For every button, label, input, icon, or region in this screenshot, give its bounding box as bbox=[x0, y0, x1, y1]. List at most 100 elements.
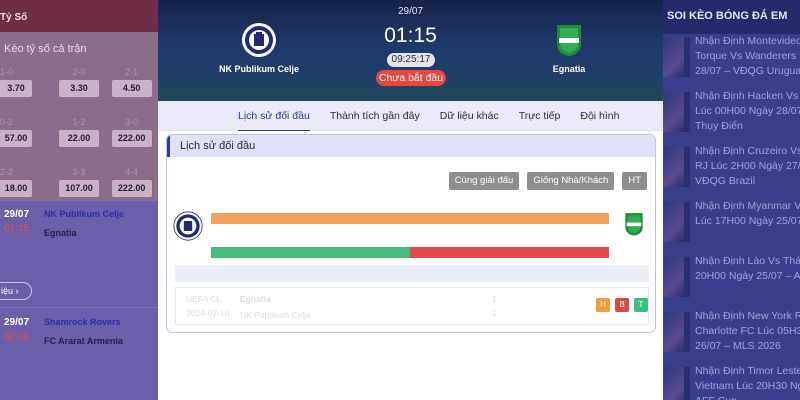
score-label: 0-2 bbox=[0, 117, 14, 127]
section-title: Kèo tỷ số cả trận bbox=[4, 43, 87, 55]
home-team[interactable]: NK Publikum Celje bbox=[204, 22, 314, 74]
same-league-button[interactable]: Cùng giải đấu bbox=[448, 172, 520, 190]
match-item[interactable]: 29/07 01:15 NK Publikum Celje Egnatia iệ… bbox=[0, 200, 158, 307]
odds-cell[interactable]: 0-2 57.00 bbox=[0, 114, 53, 164]
away-team[interactable]: Egnatia bbox=[514, 22, 624, 74]
news-line: Lúc 17H00 Ngày 25/07 bbox=[695, 215, 800, 227]
match-date: 29/07 bbox=[4, 317, 30, 328]
match-hero: 29/07 01:15 09:25:17 Chưa bắt đầu NK Pub… bbox=[158, 0, 663, 101]
odds-cell[interactable]: 2-0 3.30 bbox=[53, 64, 106, 114]
news-item[interactable]: Nhận Định Myanmar Vs Lúc 17H00 Ngày 25/07 bbox=[663, 199, 800, 254]
news-line: 26/07 – MLS 2026 bbox=[695, 340, 781, 352]
head-to-head-card: Lịch sử đối đầu Cùng giải đấu Giống Nhà/… bbox=[166, 134, 656, 333]
odds-cell[interactable]: 3-0 222.00 bbox=[105, 114, 158, 164]
detail-button[interactable]: iệu › bbox=[0, 282, 32, 300]
score-label: 2-1 bbox=[125, 67, 139, 77]
odds-value: 222.00 bbox=[111, 180, 152, 197]
home-team-logo bbox=[242, 23, 276, 57]
row-score-home: 1 bbox=[492, 294, 497, 304]
odds-cell[interactable]: 2-1 4.50 bbox=[105, 64, 158, 114]
detail-label: iệu bbox=[1, 286, 14, 296]
news-line: Nhận Định Cruzeiro Vs bbox=[695, 145, 800, 157]
home-team-name: NK Publikum Celje bbox=[218, 64, 299, 74]
news-line: Nhận Định Myanmar Vs bbox=[695, 200, 800, 212]
news-thumbnail bbox=[663, 92, 690, 132]
table-row[interactable]: UEFA CL 2024-07-10 Egnatia NK Publikum C… bbox=[175, 287, 649, 325]
news-item[interactable]: Nhận Định Hacken Vs A Lúc 00H00 Ngày 28/0… bbox=[663, 89, 800, 144]
result-badge-b: B bbox=[615, 298, 629, 312]
match-time: 00:00 bbox=[4, 332, 30, 343]
news-title: Nhận Định Timor Leste Vietnam Lúc 20H30 N… bbox=[690, 364, 800, 400]
filter-buttons: Cùng giải đấu Giống Nhà/Khách HT bbox=[441, 172, 647, 190]
row-home: Egnatia bbox=[240, 294, 271, 304]
odds-cell[interactable]: 1-0 3.70 bbox=[0, 64, 53, 114]
odds-value: 3.30 bbox=[59, 80, 99, 97]
same-home-away-button[interactable]: Giống Nhà/Khách bbox=[527, 172, 615, 190]
score-odds-panel: Tỷ Số Kèo tỷ số cả trận 1-0 3.70 2-0 3.30 2-… bbox=[0, 0, 158, 200]
tab-recent-form[interactable]: Thành tích gần đây bbox=[330, 101, 420, 131]
left-panel: Tỷ Số Kèo tỷ số cả trận 1-0 3.70 2-0 3.30 2-… bbox=[0, 0, 158, 400]
news-line: Nhận Định Lào Vs Thá bbox=[695, 255, 800, 267]
score-label: 1-2 bbox=[72, 117, 86, 127]
card-title: Lịch sử đối đầu bbox=[167, 135, 655, 157]
news-item[interactable]: Nhận Định Timor Leste Vietnam Lúc 20H30 N… bbox=[663, 364, 800, 400]
score-label: 1-0 bbox=[0, 67, 14, 77]
row-date: 2024-07-10 bbox=[186, 308, 230, 318]
news-line: Nhận Định Hacken Vs A bbox=[695, 90, 800, 102]
away-team-logo bbox=[557, 25, 581, 56]
news-thumbnail bbox=[663, 312, 690, 352]
right-panel: SOI KÈO BÓNG ĐÁ EM Nhận Định Montevideo T… bbox=[663, 0, 800, 400]
news-line: Nhận Định New York R bbox=[695, 310, 800, 322]
match-time: 01:15 bbox=[4, 223, 30, 234]
result-badge-h: H bbox=[596, 298, 610, 312]
half-time-button[interactable]: HT bbox=[622, 172, 647, 190]
odds-value: 22.00 bbox=[59, 130, 99, 147]
news-line: VĐQG Brazil bbox=[695, 175, 756, 187]
score-label: 3-3 bbox=[72, 167, 86, 177]
news-item[interactable]: Nhận Định Montevideo Torque Vs Wanderers … bbox=[663, 34, 800, 89]
news-line: AFF Cup bbox=[695, 394, 800, 400]
news-item[interactable]: Nhận Định Lào Vs Thá 20H00 Ngày 25/07 – A bbox=[663, 254, 800, 309]
home-team: NK Publikum Celje bbox=[44, 209, 125, 219]
row-league: UEFA CL bbox=[186, 294, 221, 304]
away-team-name: Egnatia bbox=[552, 64, 586, 74]
home-team-logo bbox=[173, 211, 203, 241]
news-list: Nhận Định Montevideo Torque Vs Wanderers … bbox=[663, 34, 800, 400]
odds-value: 107.00 bbox=[59, 180, 99, 197]
news-title: Nhận Định Cruzeiro Vs RJ Lúc 2H00 Ngày 27… bbox=[690, 144, 800, 199]
news-title: Nhận Định Lào Vs Thá 20H00 Ngày 25/07 – A bbox=[690, 254, 800, 309]
news-line: RJ Lúc 2H00 Ngày 27/0 bbox=[695, 160, 800, 172]
news-title: Nhận Định Hacken Vs A Lúc 00H00 Ngày 28/0… bbox=[690, 89, 800, 144]
news-item[interactable]: Nhận Định Cruzeiro Vs RJ Lúc 2H00 Ngày 27… bbox=[663, 144, 800, 199]
tab-head-to-head[interactable]: Lịch sử đối đầu bbox=[238, 101, 310, 131]
news-line: Nhận Định Montevideo bbox=[695, 35, 800, 47]
odds-value: 3.70 bbox=[0, 80, 32, 97]
odds-row: 1-0 3.70 2-0 3.30 2-1 4.50 bbox=[0, 64, 158, 114]
odds-value: 222.00 bbox=[111, 130, 152, 147]
match-item[interactable]: 29/07 00:00 Shamrock Rovers FC Ararat Ar… bbox=[0, 307, 158, 368]
news-title: Nhận Định Montevideo Torque Vs Wanderers … bbox=[690, 34, 800, 89]
match-tabs: Lịch sử đối đầu Thành tích gần đây Dữ li… bbox=[158, 101, 663, 131]
tab-lineup[interactable]: Đội hình bbox=[580, 101, 619, 131]
news-line: Vietnam Lúc 20H30 Ng bbox=[695, 380, 800, 392]
score-label: 3-0 bbox=[125, 117, 139, 127]
score-label: 2-2 bbox=[0, 167, 14, 177]
news-line: Nhận Định Timor Leste bbox=[695, 365, 800, 377]
tab-other-data[interactable]: Dữ liệu khác bbox=[440, 101, 499, 131]
news-thumbnail bbox=[663, 257, 690, 297]
odds-row: 0-2 57.00 1-2 22.00 3-0 222.00 bbox=[0, 114, 158, 164]
tab-ty-so[interactable]: Tỷ Số bbox=[0, 0, 158, 32]
news-title: Nhận Định New York R Charlotte FC Lúc 05H… bbox=[690, 309, 800, 364]
news-title: Nhận Định Myanmar Vs Lúc 17H00 Ngày 25/07 bbox=[690, 199, 800, 254]
win-ratio-bar bbox=[211, 247, 609, 258]
odds-cell[interactable]: 1-2 22.00 bbox=[53, 114, 106, 164]
status-badge: Chưa bắt đầu bbox=[376, 70, 446, 86]
match-modal: 29/07 01:15 09:25:17 Chưa bắt đầu NK Pub… bbox=[158, 0, 663, 400]
news-thumbnail bbox=[663, 147, 690, 187]
news-header: SOI KÈO BÓNG ĐÁ EM bbox=[663, 0, 800, 34]
tab-live[interactable]: Trực tiếp bbox=[519, 101, 561, 131]
news-item[interactable]: Nhận Định New York R Charlotte FC Lúc 05H… bbox=[663, 309, 800, 364]
news-thumbnail bbox=[663, 37, 690, 77]
news-line: Lúc 00H00 Ngày 28/07 bbox=[695, 105, 800, 117]
h2h-stats bbox=[173, 205, 651, 265]
